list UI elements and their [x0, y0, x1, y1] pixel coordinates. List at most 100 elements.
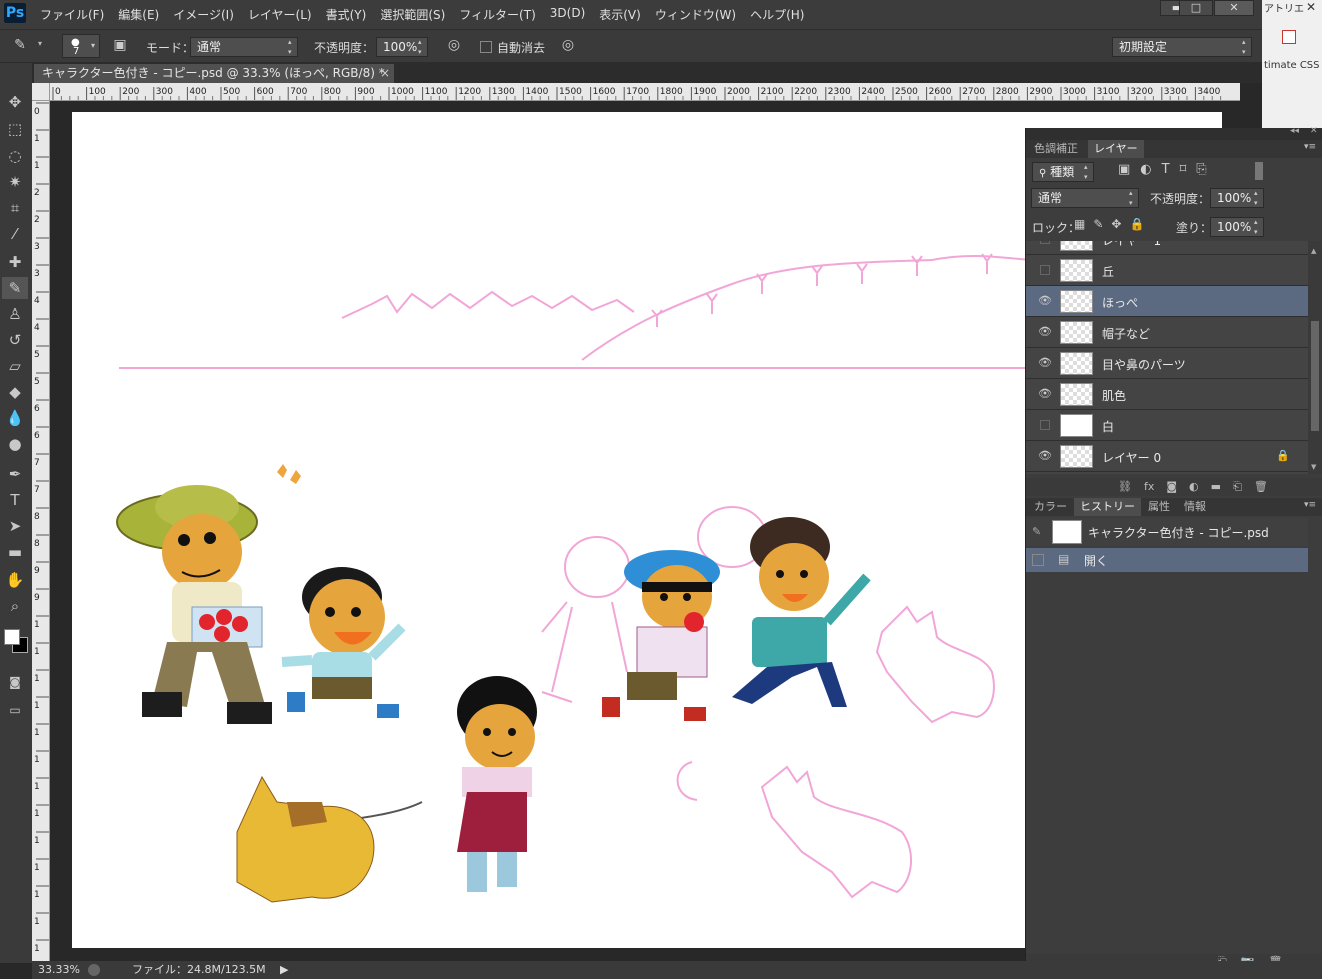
workspace-select[interactable]: 初期設定 — [1112, 37, 1252, 57]
mode-select[interactable]: 通常 — [190, 37, 298, 57]
eye-icon[interactable]: 👁 — [1038, 294, 1052, 308]
menu-item[interactable]: 表示(V) — [599, 6, 641, 23]
adjustment-filter-icon[interactable]: ◐ — [1140, 162, 1151, 177]
layer-mask-icon[interactable]: ◙ — [1166, 480, 1177, 494]
layer-row[interactable]: レイヤー 1 — [1026, 241, 1308, 255]
type-tool-icon[interactable]: T — [2, 489, 28, 511]
lock-all-icon[interactable]: 🔒 — [1129, 217, 1144, 231]
history-item-checkbox[interactable] — [1032, 554, 1044, 566]
smart-object-filter-icon[interactable]: ⎘ — [1196, 162, 1206, 177]
layer-row[interactable]: 👁 帽子など — [1026, 317, 1308, 348]
menu-item[interactable]: 編集(E) — [118, 6, 159, 23]
close-button[interactable]: ✕ — [1214, 0, 1254, 16]
rectangle-tool-icon[interactable]: ▬ — [2, 541, 28, 563]
history-item-open[interactable]: ▤ 開く — [1026, 548, 1308, 572]
filter-toggle[interactable] — [1255, 162, 1263, 180]
menu-item[interactable]: ヘルプ(H) — [750, 6, 804, 23]
history-snapshot[interactable]: ✎ キャラクター色付き - コピー.psd — [1026, 518, 1308, 546]
tab-layers[interactable]: レイヤー — [1088, 140, 1144, 158]
layer-opacity-input[interactable]: 100% — [1210, 188, 1264, 208]
visibility-toggle[interactable] — [1040, 265, 1050, 275]
zoom-level[interactable]: 33.33% — [38, 961, 80, 979]
pen-tool-icon[interactable]: ✒ — [2, 463, 28, 485]
blur-tool-icon[interactable]: 💧 — [2, 407, 28, 429]
auto-erase-checkbox[interactable] — [480, 41, 492, 53]
marquee-tool-icon[interactable]: ⬚ — [2, 118, 28, 140]
new-group-icon[interactable]: ▬ — [1211, 480, 1221, 494]
document-tab-close-icon[interactable]: × — [380, 64, 390, 83]
blend-mode-select[interactable]: 通常 — [1031, 188, 1139, 208]
panel-menu-icon[interactable]: ▾≡ — [1304, 142, 1316, 152]
crop-tool-icon[interactable]: ⌗ — [2, 197, 28, 219]
menu-item[interactable]: 3D(D) — [550, 6, 585, 23]
quick-mask-icon[interactable]: ◙ — [2, 671, 28, 693]
screen-mode-icon[interactable]: ▭ — [2, 699, 28, 721]
maximize-button[interactable]: □ — [1179, 0, 1213, 16]
pressure-size-icon[interactable]: ◎ — [558, 37, 578, 53]
stamp-tool-icon[interactable]: ♙ — [2, 303, 28, 325]
layer-row[interactable]: 白 — [1026, 410, 1308, 441]
paint-bucket-tool-icon[interactable]: ◆ — [2, 381, 28, 403]
foreground-color-swatch[interactable] — [4, 629, 20, 645]
layer-filter-select[interactable]: ⚲ 種類 — [1032, 162, 1094, 182]
lock-pixels-icon[interactable]: ✎ — [1093, 217, 1103, 231]
healing-brush-tool-icon[interactable]: ✚ — [2, 251, 28, 273]
tab-adjustments[interactable]: 色調補正 — [1028, 140, 1084, 158]
eye-icon[interactable]: 👁 — [1038, 449, 1052, 463]
type-filter-icon[interactable]: T — [1162, 162, 1170, 177]
zoom-tool-icon[interactable]: ⌕ — [2, 595, 28, 617]
magic-wand-tool-icon[interactable]: ✷ — [2, 171, 28, 193]
brush-tool-icon[interactable]: ✎ — [10, 37, 30, 53]
eyedropper-tool-icon[interactable]: ⁄ — [2, 223, 28, 245]
tab-color[interactable]: カラー — [1028, 498, 1073, 516]
visibility-toggle[interactable] — [1040, 241, 1050, 244]
tab-history[interactable]: ヒストリー — [1074, 498, 1141, 516]
close-panels-icon[interactable]: ✕ — [1310, 126, 1318, 136]
history-brush-tool-icon[interactable]: ↺ — [2, 329, 28, 351]
path-selection-tool-icon[interactable]: ➤ — [2, 515, 28, 537]
brush-panel-icon[interactable]: ▣ — [110, 37, 130, 53]
new-layer-icon[interactable]: ⎗ — [1233, 480, 1242, 494]
tool-preset-dropdown[interactable]: ▾ — [38, 39, 42, 48]
menu-item[interactable]: フィルター(T) — [459, 6, 535, 23]
menu-item[interactable]: レイヤー(L) — [248, 6, 312, 23]
menu-item[interactable]: 書式(Y) — [326, 6, 367, 23]
move-tool-icon[interactable]: ✥ — [2, 91, 28, 113]
collapse-panels-icon[interactable]: ◂◂ — [1290, 126, 1299, 136]
layer-row[interactable]: 👁 肌色 — [1026, 379, 1308, 410]
tab-info[interactable]: 情報 — [1178, 498, 1212, 516]
eye-icon[interactable]: 👁 — [1038, 387, 1052, 401]
history-menu-icon[interactable]: ▾≡ — [1304, 500, 1316, 510]
eye-icon[interactable]: 👁 — [1038, 325, 1052, 339]
layer-row[interactable]: 👁 ほっぺ — [1026, 286, 1308, 317]
brush-tool-icon-active[interactable]: ✎ — [2, 277, 28, 299]
brush-size-picker[interactable]: ● 7 ▾ — [62, 34, 100, 58]
menu-item[interactable]: イメージ(I) — [173, 6, 234, 23]
eraser-tool-icon[interactable]: ▱ — [2, 355, 28, 377]
fill-input[interactable]: 100% — [1210, 217, 1264, 237]
link-layers-icon[interactable]: ⛓ — [1118, 480, 1132, 494]
dodge-tool-icon[interactable]: ● — [2, 433, 28, 455]
layer-row[interactable]: 👁 レイヤー 0 🔒 — [1026, 441, 1308, 472]
opacity-input[interactable]: 100% — [376, 37, 428, 57]
eye-icon[interactable]: 👁 — [1038, 356, 1052, 370]
pressure-opacity-icon[interactable]: ◎ — [444, 37, 464, 53]
menu-item[interactable]: ファイル(F) — [40, 6, 104, 23]
layer-row[interactable]: 👁 目や鼻のパーツ — [1026, 348, 1308, 379]
lock-position-icon[interactable]: ✥ — [1111, 217, 1121, 231]
menu-item[interactable]: 選択範囲(S) — [380, 6, 445, 23]
adjustment-layer-icon[interactable]: ◐ — [1189, 480, 1199, 494]
hand-tool-icon[interactable]: ✋ — [2, 569, 28, 591]
bg-window-close-icon[interactable]: ✕ — [1306, 0, 1316, 14]
visibility-toggle[interactable] — [1040, 420, 1050, 430]
shape-filter-icon[interactable]: ⌑ — [1180, 162, 1187, 177]
tab-properties[interactable]: 属性 — [1142, 498, 1176, 516]
status-menu-arrow-icon[interactable]: ▶ — [280, 961, 288, 979]
pixel-filter-icon[interactable]: ▣ — [1118, 162, 1130, 177]
menu-item[interactable]: ウィンドウ(W) — [655, 6, 736, 23]
layer-style-icon[interactable]: fx — [1144, 480, 1154, 494]
layers-scrollbar[interactable]: ▲ ▼ — [1308, 241, 1322, 474]
lasso-tool-icon[interactable]: ◌ — [2, 145, 28, 167]
layer-row[interactable]: 丘 — [1026, 255, 1308, 286]
lock-transparent-icon[interactable]: ▦ — [1074, 217, 1085, 231]
